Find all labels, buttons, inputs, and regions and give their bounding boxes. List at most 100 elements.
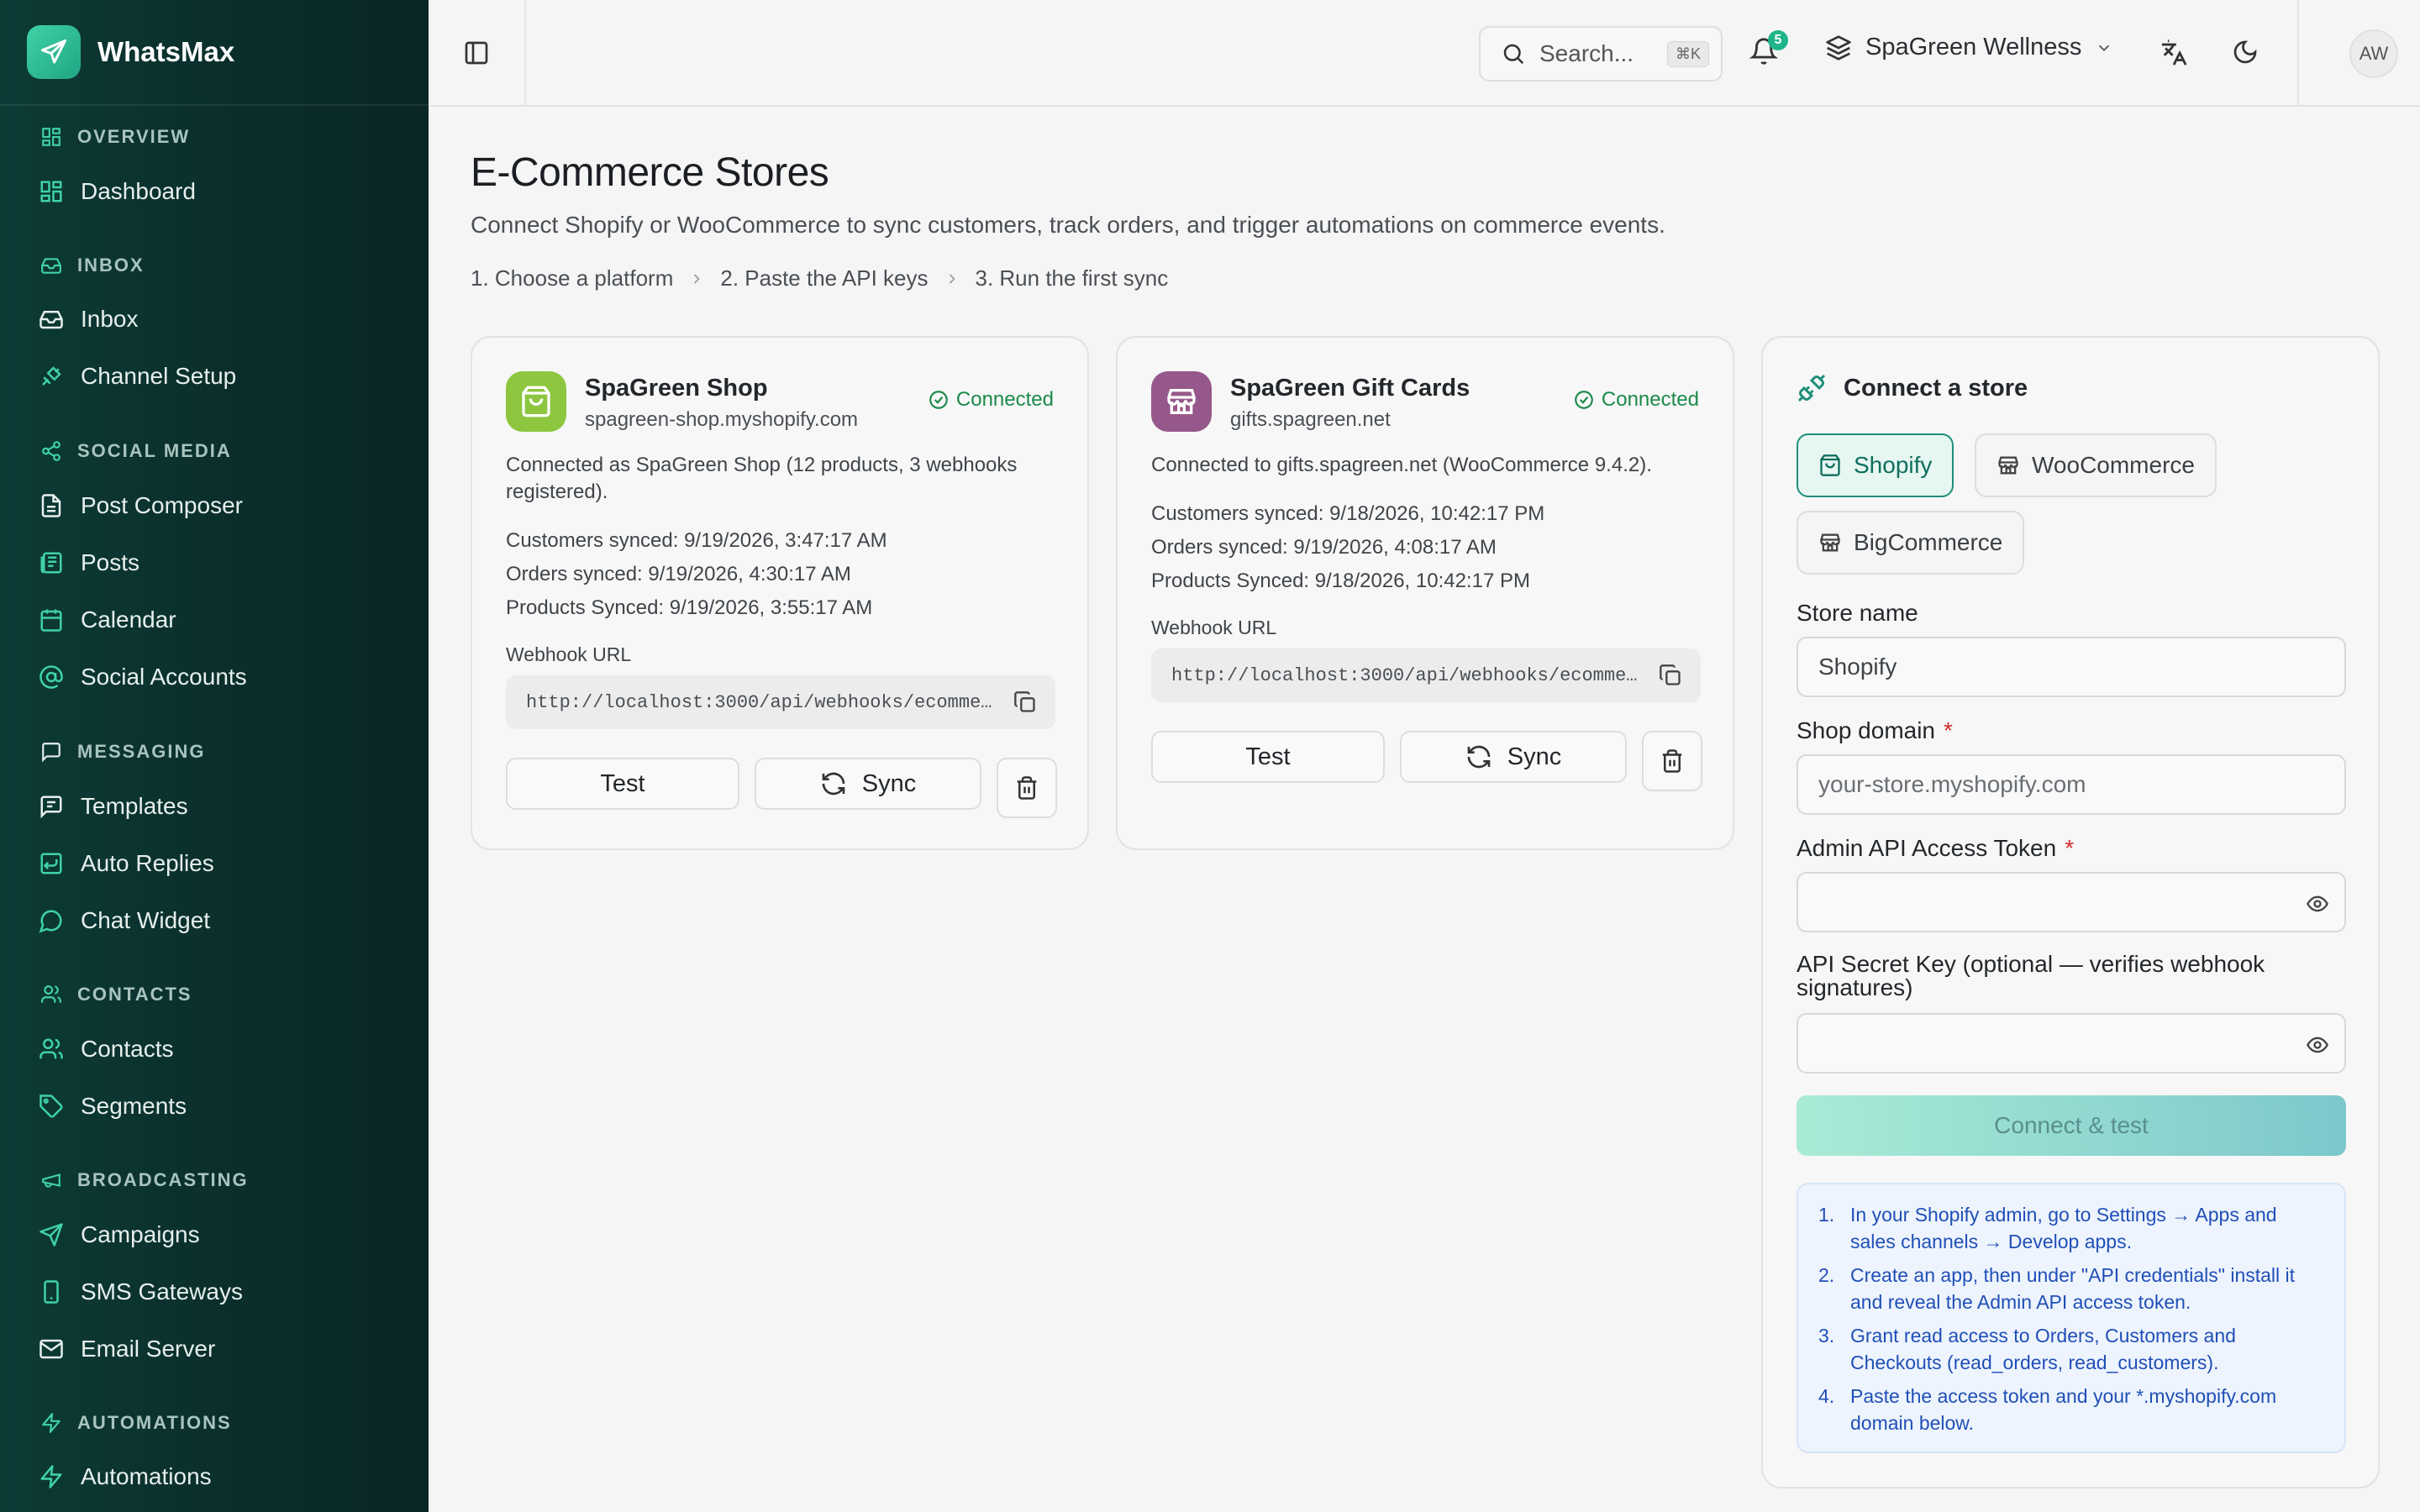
sidebar-item-templates[interactable]: Templates (39, 793, 188, 820)
secret-label: API Secret Key (optional — verifies webh… (1797, 951, 2265, 1000)
plug-icon (42, 366, 61, 386)
language-button[interactable] (2160, 39, 2188, 67)
delete-button[interactable] (997, 758, 1057, 818)
sidebar-item-campaigns[interactable]: Campaigns (39, 1221, 200, 1248)
search-placeholder: Search... (1539, 40, 1634, 66)
sync-button[interactable]: Sync (755, 758, 981, 810)
sidebar-item-email-server[interactable]: Email Server (39, 1336, 215, 1362)
users-icon (39, 1038, 63, 1059)
status-badge: Connected (928, 388, 1054, 412)
store-icon (1998, 456, 2018, 475)
sidebar-item-social-accounts[interactable]: Social Accounts (39, 664, 247, 690)
show-token-button[interactable] (2306, 892, 2329, 916)
avatar[interactable]: AW (2349, 29, 2398, 78)
test-button[interactable]: Test (506, 758, 739, 810)
help-step-text: Paste the access token and your *.myshop… (1850, 1385, 2277, 1434)
platform-option-shopify[interactable]: Shopify (1797, 433, 1954, 497)
sidebar-item-segments[interactable]: Segments (39, 1093, 187, 1120)
translate-icon (2161, 39, 2187, 66)
store-description: Connected to gifts.spagreen.net (WooComm… (1151, 454, 1652, 476)
theme-toggle-button[interactable] (2232, 39, 2259, 66)
search-box[interactable]: Search... ⌘K (1479, 26, 1723, 81)
help-step-number: 1. (1818, 1204, 1835, 1226)
reply-icon (40, 853, 62, 874)
tag-icon (39, 1095, 63, 1118)
step-3: 3. Run the first sync (975, 265, 1169, 291)
test-button[interactable]: Test (1151, 731, 1385, 783)
platform-option-woocommerce[interactable]: WooCommerce (1975, 433, 2217, 497)
page-title: E-Commerce Stores (471, 150, 829, 195)
token-label: Admin API Access Token * (1797, 835, 2074, 862)
webhook-url-field[interactable]: http://localhost:3000/api/webhooks/ecomm… (506, 675, 1055, 729)
sidebar-item-automations[interactable]: Automations (39, 1463, 212, 1490)
sidebar-item-auto-replies[interactable]: Auto Replies (39, 850, 214, 877)
brand-logo-icon (27, 25, 81, 79)
customers-synced: Customers synced: 9/19/2026, 3:47:17 AM (506, 529, 887, 552)
copy-button[interactable] (1659, 664, 1682, 687)
products-synced: Products Synced: 9/18/2026, 10:42:17 PM (1151, 570, 1530, 592)
chat-bubble-icon (39, 910, 62, 933)
platform-label: Shopify (1854, 452, 1933, 478)
secret-field[interactable] (1818, 1030, 2289, 1057)
sidebar-toggle-button[interactable] (429, 0, 526, 106)
connect-test-button[interactable]: Connect & test (1797, 1095, 2346, 1156)
plug-icon (1797, 374, 1826, 402)
nav-section-broadcasting: BROADCASTING (40, 1169, 249, 1191)
zap-icon (42, 1413, 60, 1433)
step-1: 1. Choose a platform (471, 265, 674, 291)
nav-section-label: BROADCASTING (77, 1169, 249, 1190)
sidebar-item-calendar[interactable]: Calendar (39, 606, 176, 633)
sidebar-item-label: Post Composer (81, 492, 243, 518)
token-input[interactable] (1797, 872, 2346, 932)
sidebar-item-post-composer[interactable]: Post Composer (39, 492, 243, 519)
sidebar-item-chat-widget[interactable]: Chat Widget (39, 907, 210, 934)
at-sign-icon (39, 665, 63, 689)
sidebar-item-posts[interactable]: Posts (39, 549, 139, 576)
shop-domain-input[interactable] (1797, 754, 2346, 815)
shop-domain-field[interactable] (1818, 771, 2289, 798)
nav-section-contacts: CONTACTS (40, 984, 192, 1005)
megaphone-icon (42, 1173, 60, 1188)
store-name-value[interactable] (1818, 654, 2289, 680)
show-secret-button[interactable] (2306, 1033, 2329, 1057)
sidebar-item-label: Segments (81, 1093, 187, 1119)
send-icon (39, 1223, 63, 1247)
sync-button[interactable]: Sync (1400, 731, 1627, 783)
zap-icon (40, 1465, 62, 1488)
sidebar-item-channel-setup[interactable]: Channel Setup (39, 363, 236, 390)
workspace-name: SpaGreen Wellness (1865, 34, 2082, 60)
nav-section-messaging: MESSAGING (40, 741, 205, 763)
sidebar-item-label: SMS Gateways (81, 1278, 243, 1305)
sidebar-item-contacts[interactable]: Contacts (39, 1036, 174, 1063)
sidebar-item-inbox[interactable]: Inbox (39, 306, 139, 333)
brand[interactable]: WhatsMax (0, 0, 429, 106)
webhook-url-field[interactable]: http://localhost:3000/api/webhooks/ecomm… (1151, 648, 1701, 702)
sidebar-item-dashboard[interactable]: Dashboard (39, 178, 196, 205)
sidebar-item-sms-gateways[interactable]: SMS Gateways (39, 1278, 243, 1305)
platform-label: WooCommerce (2032, 452, 2195, 478)
secret-input[interactable] (1797, 1013, 2346, 1074)
workspace-switcher[interactable]: SpaGreen Wellness (1825, 34, 2113, 61)
nav-section-social-media: SOCIAL MEDIA (40, 440, 232, 462)
webhook-url: http://localhost:3000/api/webhooks/ecomm… (1171, 664, 1642, 686)
token-field[interactable] (1818, 889, 2289, 916)
token-label-text: Admin API Access Token (1797, 835, 2057, 861)
file-text-icon (41, 494, 61, 517)
steps-breadcrumb: 1. Choose a platform 2. Paste the API ke… (471, 265, 1168, 291)
help-step-number: 3. (1818, 1325, 1835, 1347)
eye-icon (2307, 895, 2328, 912)
store-domain: spagreen-shop.myshopify.com (585, 408, 859, 431)
sidebar: WhatsMax OVERVIEW Dashboard INBOX Inbox … (0, 0, 429, 1512)
store-name-label: Store name (1797, 600, 1918, 626)
platform-option-bigcommerce[interactable]: BigCommerce (1797, 511, 2025, 575)
notifications-button[interactable]: 5 (1749, 30, 1788, 66)
store-name-input[interactable] (1797, 637, 2346, 697)
nav-section-inbox: INBOX (40, 255, 145, 276)
calendar-icon (40, 609, 62, 632)
copy-button[interactable] (1013, 690, 1037, 714)
sidebar-item-label: Email Server (81, 1336, 216, 1362)
help-step-text: Grant read access to Orders, Customers a… (1850, 1325, 2236, 1373)
delete-button[interactable] (1642, 731, 1702, 791)
required-mark: * (2065, 835, 2075, 861)
help-step-number: 4. (1818, 1385, 1835, 1407)
